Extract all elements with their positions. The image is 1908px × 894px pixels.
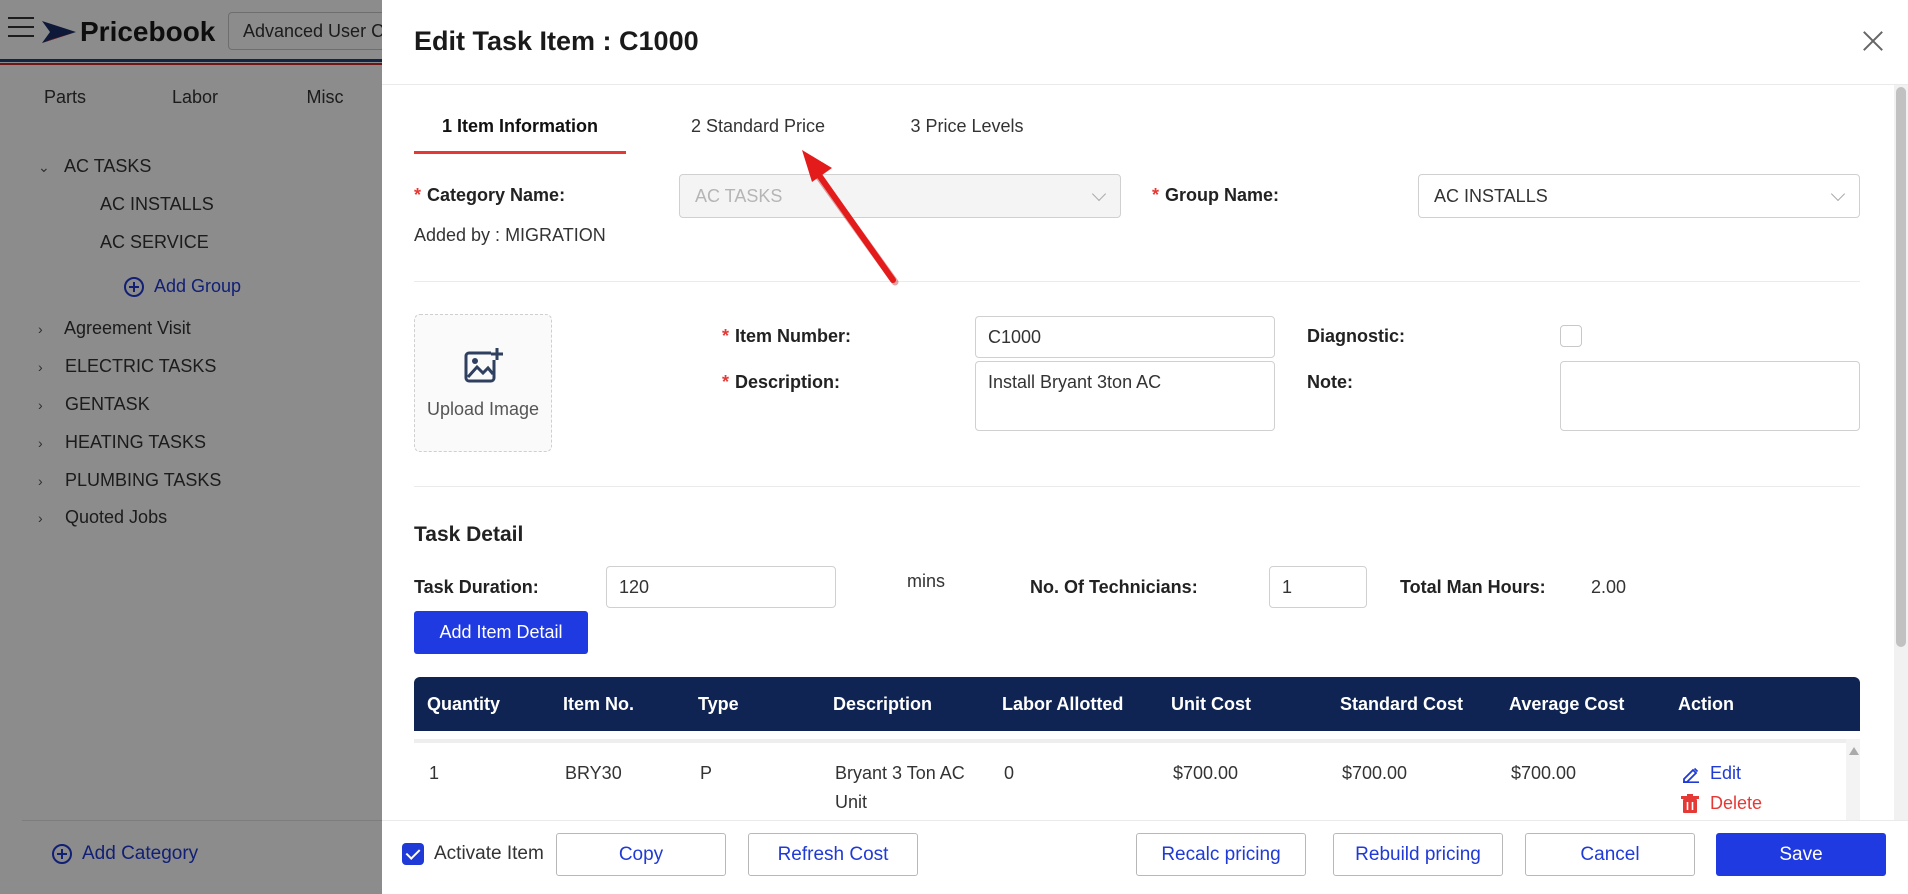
cell-type: P — [700, 763, 713, 783]
required-mark: * — [1152, 185, 1160, 205]
refresh-cost-button[interactable]: Refresh Cost — [748, 833, 918, 876]
task-duration-input[interactable]: 120 — [606, 566, 836, 608]
col-type: Type — [698, 694, 739, 714]
table-row: 1 BRY30 P Bryant 3 Ton AC Unit 0 $700.00… — [414, 739, 1846, 827]
recalc-pricing-button[interactable]: Recalc pricing — [1136, 833, 1306, 876]
mins-unit: mins — [907, 571, 946, 591]
col-action: Action — [1678, 694, 1734, 714]
cell-quantity: 1 — [429, 763, 440, 783]
activate-item-label: Activate Item — [434, 843, 544, 864]
note-textarea[interactable] — [1560, 361, 1860, 431]
man-hours-label: Total Man Hours: — [1400, 577, 1546, 597]
required-mark: * — [722, 326, 730, 346]
edit-icon — [1683, 767, 1699, 783]
required-mark: * — [722, 372, 730, 392]
col-average-cost: Average Cost — [1509, 694, 1625, 714]
drawer-footer: Activate Item Copy Refresh Cost Recalc p… — [382, 820, 1908, 894]
cell-average-cost: $700.00 — [1511, 763, 1577, 783]
image-upload-icon — [464, 347, 504, 383]
drawer-header: Edit Task Item : C1000 — [382, 0, 1908, 85]
group-select[interactable]: AC INSTALLS — [1418, 174, 1860, 218]
category-name-label: * Category Name: — [414, 185, 566, 205]
col-item-no: Item No. — [563, 694, 635, 714]
copy-button[interactable]: Copy — [556, 833, 726, 876]
diagnostic-checkbox[interactable] — [1560, 325, 1582, 347]
table-header: Quantity Item No. Type Description Labor… — [414, 677, 1860, 731]
close-icon[interactable] — [1860, 28, 1886, 54]
upload-image-button[interactable]: Upload Image — [414, 314, 552, 452]
tab-price-levels[interactable]: 3 Price Levels — [890, 112, 1044, 154]
description-textarea[interactable]: Install Bryant 3ton AC — [975, 361, 1275, 431]
cell-standard-cost: $700.00 — [1342, 763, 1408, 783]
item-detail-table: Quantity Item No. Type Description Labor… — [414, 677, 1860, 827]
task-detail-title: Task Detail — [414, 523, 524, 546]
rebuild-pricing-button[interactable]: Rebuild pricing — [1333, 833, 1503, 876]
drawer-scrollbar[interactable] — [1894, 85, 1908, 820]
drawer-title: Edit Task Item : C1000 — [414, 26, 699, 56]
cell-labor: 0 — [1004, 763, 1015, 783]
diagnostic-label: Diagnostic: — [1307, 326, 1406, 346]
col-unit-cost: Unit Cost — [1171, 694, 1251, 714]
col-standard-cost: Standard Cost — [1340, 694, 1464, 714]
scroll-up-icon[interactable] — [1849, 747, 1859, 755]
item-number-label: * Item Number: — [722, 326, 852, 346]
item-number-input[interactable]: C1000 — [975, 316, 1275, 358]
delete-row-link[interactable]: Delete — [1680, 793, 1762, 814]
save-button[interactable]: Save — [1716, 833, 1886, 876]
chevron-down-icon — [1091, 186, 1107, 202]
note-label: Note: — [1307, 372, 1353, 392]
cell-description: Bryant 3 Ton AC Unit — [835, 763, 965, 812]
tab-item-information[interactable]: 1 Item Information — [414, 112, 626, 154]
edit-task-drawer: Edit Task Item : C1000 1 Item Informatio… — [382, 0, 1908, 894]
cell-unit-cost: $700.00 — [1173, 763, 1239, 783]
divider — [414, 486, 1860, 487]
divider — [414, 281, 1860, 282]
description-label: * Description: — [722, 372, 841, 392]
man-hours-value: 2.00 — [1591, 577, 1627, 597]
cancel-button[interactable]: Cancel — [1525, 833, 1695, 876]
category-value: AC TASKS — [695, 186, 783, 206]
cell-item-no: BRY30 — [565, 763, 622, 783]
tab-standard-price[interactable]: 2 Standard Price — [626, 112, 890, 154]
edit-label: Edit — [1710, 763, 1742, 783]
table-scrollbar[interactable] — [1846, 739, 1860, 827]
add-item-detail-button[interactable]: Add Item Detail — [414, 611, 588, 654]
step-tabs: 1 Item Information 2 Standard Price 3 Pr… — [414, 112, 1044, 154]
activate-item-toggle[interactable]: Activate Item — [402, 843, 544, 865]
category-select: AC TASKS — [679, 174, 1121, 218]
scroll-thumb[interactable] — [1896, 87, 1906, 647]
edit-row-link[interactable]: Edit — [1682, 763, 1741, 784]
check-icon[interactable] — [402, 843, 424, 865]
technicians-input[interactable]: 1 — [1269, 566, 1367, 608]
col-description: Description — [833, 694, 933, 714]
delete-label: Delete — [1710, 793, 1763, 813]
chevron-down-icon — [1830, 186, 1846, 202]
added-by-text: Added by : MIGRATION — [414, 225, 606, 245]
technicians-label: No. Of Technicians: — [1030, 577, 1198, 597]
task-duration-label: Task Duration: — [414, 577, 539, 597]
group-value: AC INSTALLS — [1434, 186, 1548, 206]
group-name-label: * Group Name: — [1152, 185, 1280, 205]
col-labor-allotted: Labor Allotted — [1002, 694, 1124, 714]
col-quantity: Quantity — [427, 694, 501, 714]
upload-image-label: Upload Image — [426, 399, 540, 419]
trash-icon — [1681, 793, 1699, 813]
required-mark: * — [414, 185, 422, 205]
